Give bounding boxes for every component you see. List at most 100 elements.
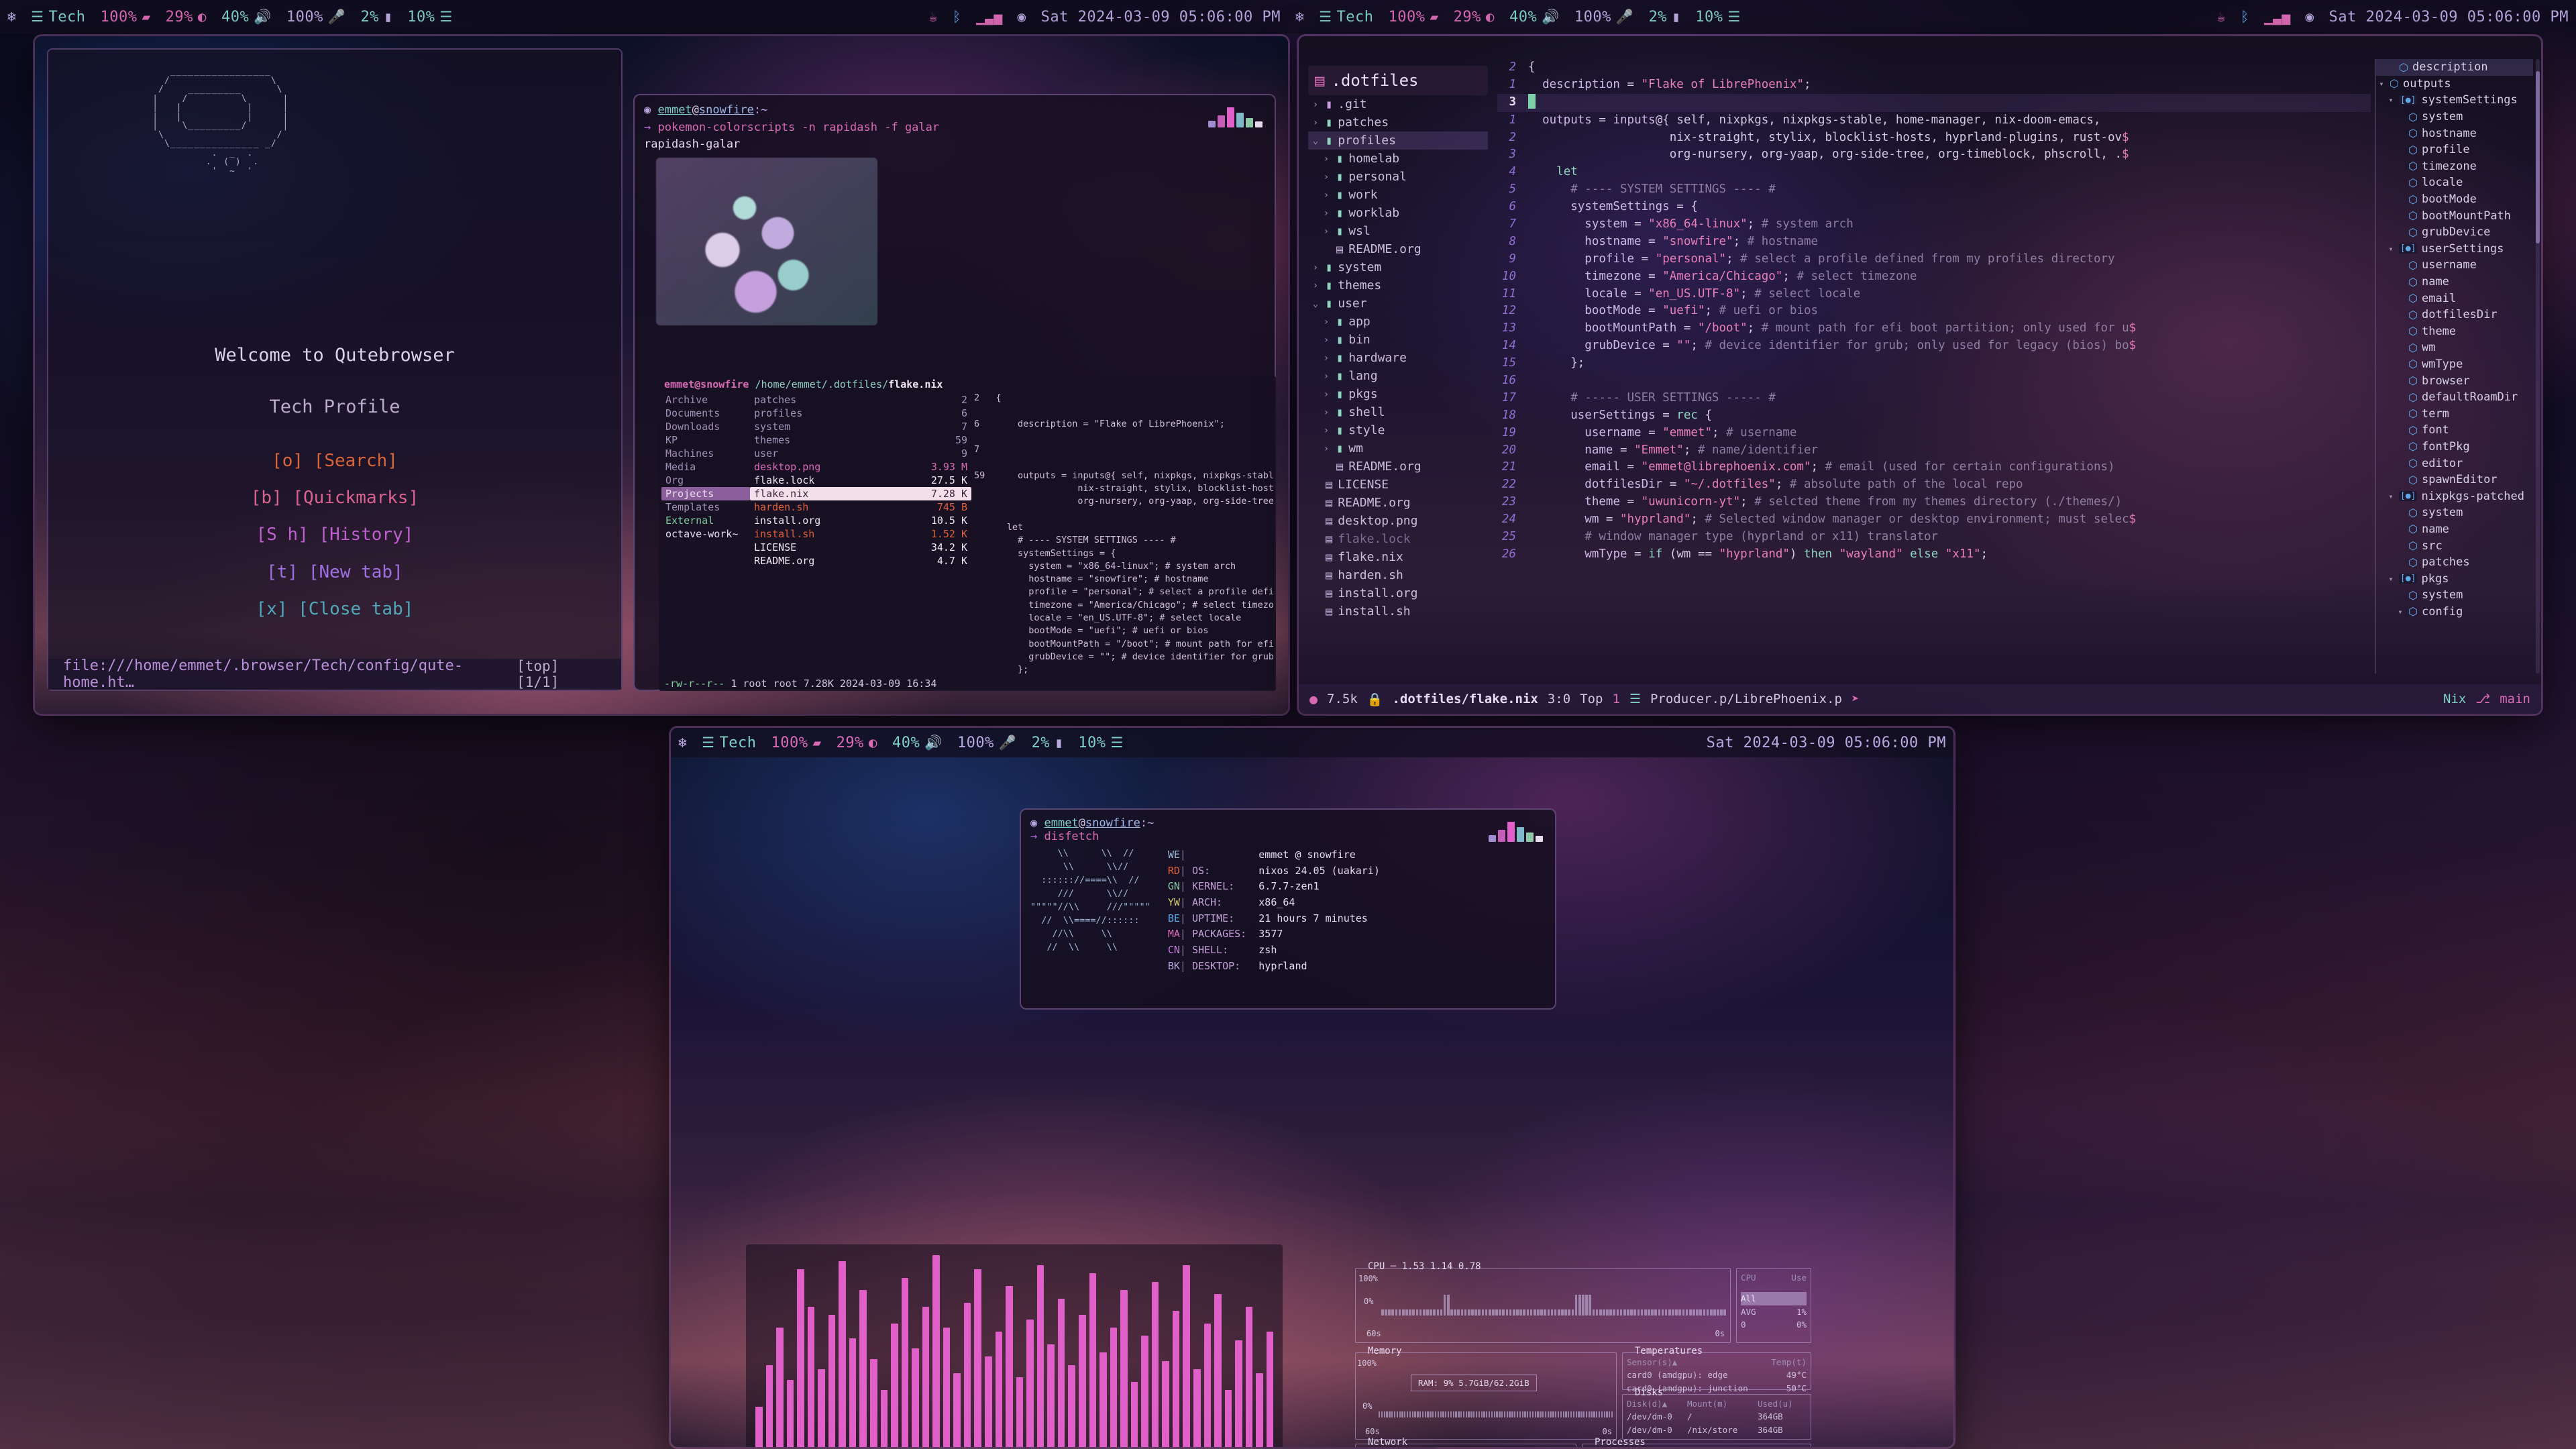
cpu-widget[interactable]: 2% ▮ <box>354 9 400 25</box>
outline-item[interactable]: ⬡ hostname <box>2376 125 2533 142</box>
volume-widget[interactable]: 40% 🔊 <box>214 9 279 25</box>
outline-item[interactable]: ⬡ spawnEditor <box>2376 472 2533 488</box>
clock-2[interactable]: Sat 2024-03-09 05:06:00 PM <box>2322 9 2576 25</box>
chevron-icon[interactable]: › <box>1311 117 1320 128</box>
dired-file-item[interactable]: ▤ flake.lock <box>1308 530 1488 548</box>
ranger-file-row[interactable]: flake.nix 7.28 K <box>750 487 971 500</box>
btop-cpu-row[interactable]: 0 0% <box>1741 1318 1807 1331</box>
chevron-icon[interactable]: › <box>1322 335 1331 345</box>
ranger-parent-item[interactable]: octave-work~ <box>661 527 750 541</box>
code-line[interactable]: 22 dotfilesDir = "~/.dotfiles"; # absolu… <box>1497 476 2371 494</box>
chevron-icon[interactable]: › <box>1311 99 1320 110</box>
ram-widget-2[interactable]: 10% ☰ <box>1688 9 1748 25</box>
dired-file-item[interactable]: ▤ install.org <box>1308 584 1488 602</box>
qutebrowser-shortcut-list[interactable]: [o] [Search] [b] [Quickmarks] [S h] [Histo… <box>48 445 621 627</box>
btop-temperatures-panel[interactable]: Temperatures Sensor(s)▲ Temp(t) card0 (am… <box>1622 1346 1811 1393</box>
qutebrowser-window[interactable]: _________________ / \ / _________ \ | / … <box>35 36 1288 714</box>
dired-folder-item[interactable]: › ▮ lang <box>1308 367 1488 385</box>
emacs-scrollbar[interactable] <box>2536 59 2540 674</box>
brightness-widget[interactable]: 29% ◐ <box>158 9 214 25</box>
status-bar-right-monitor[interactable]: ❄ ☰ Tech 100% ▰ 29% ◐ 40% 🔊 100% 🎤 2% ▮ … <box>1288 0 2576 34</box>
dired-file-item[interactable]: ▤ flake.nix <box>1308 548 1488 566</box>
outline-item[interactable]: ⬡ name <box>2376 521 2533 538</box>
ranger-file-row[interactable]: install.org 10.5 K <box>750 514 971 527</box>
code-line[interactable]: 2 nix-straight, stylix, blocklist-hosts,… <box>1497 129 2371 147</box>
dired-folder-item[interactable]: › ▮ bin <box>1308 331 1488 349</box>
coffee-icon[interactable]: ☕ <box>922 9 945 24</box>
record-icon[interactable]: ◉ <box>1010 9 1033 24</box>
dired-folder-item[interactable]: › ▮ style <box>1308 421 1488 439</box>
status-bar-bottom-window[interactable]: ❄ ☰ Tech 100% ▰ 29% ◐ 40% 🔊 100% 🎤 2% ▮ … <box>671 728 1953 757</box>
code-line[interactable]: 7 system = "x86_64-linux"; # system arch <box>1497 216 2371 233</box>
emacs-window[interactable]: ▤ .dotfiles › ▮ .git › ▮ patches ⌄ ▮ profiles › ▮ h… <box>1299 36 2541 714</box>
cpu-widget-2[interactable]: 2% ▮ <box>1642 9 1688 25</box>
outline-item[interactable]: ⬡ dotfilesDir <box>2376 307 2533 323</box>
btop-disk-col[interactable]: Disk(d)▲ <box>1627 1397 1687 1410</box>
chevron-icon[interactable]: ⌄ <box>1311 136 1320 146</box>
chevron-icon[interactable]: › <box>1322 389 1331 400</box>
code-line[interactable]: 3 <box>1497 93 2371 112</box>
code-line[interactable]: 12 bootMode = "uefi"; # uefi or bios <box>1497 303 2371 320</box>
bluetooth-icon[interactable]: ᛒ <box>945 9 969 24</box>
ranger-parent-item[interactable]: Templates <box>661 500 750 514</box>
dired-folder-item[interactable]: › ▮ system <box>1308 258 1488 276</box>
outline-item[interactable]: ⬡ username <box>2376 257 2533 274</box>
dired-folder-item[interactable]: › ▮ .git <box>1308 95 1488 113</box>
ranger-parent-item[interactable]: Media <box>661 460 750 474</box>
record-icon-2[interactable]: ◉ <box>2298 9 2321 24</box>
ranger-file-row[interactable]: themes 59 <box>750 433 971 447</box>
qutebrowser-shortcut-1[interactable]: [b] [Quickmarks] <box>48 482 621 515</box>
ranger-current-column[interactable]: patches 2 profiles 6 system 7 themes 59 user 9 des… <box>750 393 971 568</box>
code-line[interactable]: 21 email = "emmet@librephoenix.com"; # e… <box>1497 459 2371 476</box>
code-line[interactable]: 3 org-nursery, org-yaap, org-side-tree, … <box>1497 146 2371 164</box>
dired-file-item[interactable]: ▤ install.sh <box>1308 602 1488 621</box>
btop-processes-panel[interactable]: Processes PID(p)Name(n)CPU%(c)▼Mem%(m) 2… <box>1582 1437 1811 1447</box>
code-line[interactable]: 6 systemSettings = { <box>1497 199 2371 216</box>
outline-item[interactable]: ⬡ bootMountPath <box>2376 207 2533 224</box>
chevron-icon[interactable]: ▾ <box>2387 244 2395 254</box>
btop-cpu-panel[interactable]: CPU ─ 1.53 1.14 0.78 100% 0% 60s 0s <box>1355 1261 1731 1343</box>
chevron-icon[interactable]: › <box>1322 172 1331 182</box>
chevron-icon[interactable]: › <box>1322 425 1331 436</box>
dired-file-item[interactable]: ▤ README.org <box>1308 240 1488 258</box>
dired-folder-item[interactable]: › ▮ hardware <box>1308 349 1488 367</box>
dired-folder-item[interactable]: › ▮ work <box>1308 186 1488 204</box>
ram-widget-3[interactable]: 10% ☰ <box>1071 735 1131 751</box>
btop-system-monitor[interactable]: CPU ─ 1.53 1.14 0.78 100% 0% 60s 0s CPU U… <box>1355 1261 1851 1447</box>
dired-folder-item[interactable]: ⌄ ▮ user <box>1308 294 1488 313</box>
chevron-icon[interactable]: ▾ <box>2387 95 2395 105</box>
outline-item[interactable]: ⬡ system <box>2376 109 2533 125</box>
dired-folder-item[interactable]: › ▮ app <box>1308 313 1488 331</box>
outline-item[interactable]: ⬡ bootMode <box>2376 191 2533 208</box>
qutebrowser-shortcut-3[interactable]: [t] [New tab] <box>48 556 621 589</box>
outline-item[interactable]: ▾ [●] nixpkgs-patched <box>2376 488 2533 504</box>
clock[interactable]: Sat 2024-03-09 05:06:00 PM <box>1034 9 1288 25</box>
wifi-icon-2[interactable]: ▁▃▅ <box>2257 9 2298 24</box>
code-line[interactable]: 2{ <box>1497 59 2371 76</box>
workspace-indicator-2[interactable]: ☰ Tech <box>1311 9 1381 25</box>
dired-file-item[interactable]: ▤ harden.sh <box>1308 566 1488 584</box>
volume-widget-2[interactable]: 40% 🔊 <box>1502 9 1567 25</box>
ranger-parent-column[interactable]: Archive Documents Downloads KP Machines Media… <box>661 393 750 568</box>
chevron-icon[interactable]: › <box>1311 280 1320 291</box>
outline-item[interactable]: ▾ ⬡ outputs <box>2376 76 2533 93</box>
chevron-icon[interactable]: › <box>1322 190 1331 201</box>
code-line[interactable]: 26 wmType = if (wm == "hyprland") then "… <box>1497 546 2371 564</box>
outline-item[interactable]: ▾ [●] systemSettings <box>2376 92 2533 109</box>
ranger-file-row[interactable]: desktop.png 3.93 M <box>750 460 971 474</box>
ranger-file-row[interactable]: README.org 4.7 K <box>750 554 971 568</box>
wifi-icon[interactable]: ▁▃▅ <box>969 9 1010 24</box>
outline-item[interactable]: ▾ [●] userSettings <box>2376 241 2533 258</box>
brightness-widget-3[interactable]: 29% ◐ <box>829 735 885 751</box>
outline-item[interactable]: ⬡ wmType <box>2376 356 2533 373</box>
workspace-indicator[interactable]: ☰ Tech <box>23 9 93 25</box>
outline-item[interactable]: ▾ ⬡ config <box>2376 604 2533 621</box>
ranger-parent-item[interactable]: Org <box>661 474 750 487</box>
chevron-icon[interactable]: › <box>1322 371 1331 382</box>
ranger-file-row[interactable]: LICENSE 34.2 K <box>750 541 971 554</box>
dired-folder-item[interactable]: › ▮ pkgs <box>1308 385 1488 403</box>
outline-item[interactable]: ⬡ patches <box>2376 554 2533 571</box>
code-line[interactable]: 17 # ----- USER SETTINGS ----- # <box>1497 390 2371 407</box>
chevron-icon[interactable]: › <box>1322 407 1331 418</box>
emacs-code-buffer[interactable]: 2{1 description = "Flake of LibrePhoenix… <box>1497 59 2371 674</box>
